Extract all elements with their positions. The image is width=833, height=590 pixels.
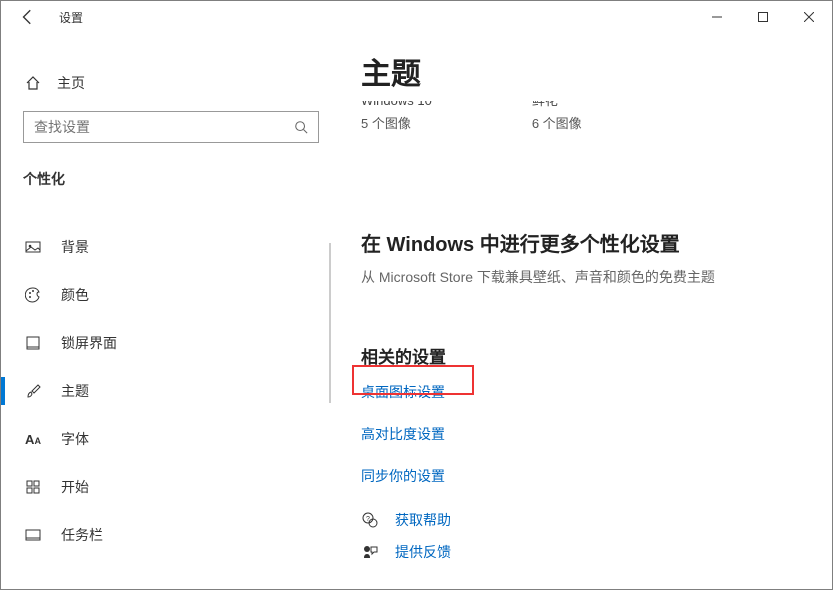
content-area: 主页 个性化 背景 颜色 锁屏界面 (1, 33, 832, 589)
sidebar-item-label: 背景 (61, 237, 89, 257)
theme-name: Windows 10 (361, 101, 432, 111)
sidebar-item-lockscreen[interactable]: 锁屏界面 (23, 319, 319, 367)
themes-row: Windows 10 5 个图像 鲜花 6 个图像 (361, 101, 802, 132)
link-sync-settings[interactable]: 同步你的设置 (361, 466, 802, 486)
taskbar-icon (23, 527, 43, 543)
theme-image-count: 6 个图像 (532, 113, 582, 132)
theme-name: 鲜花 (532, 101, 582, 111)
search-box[interactable] (23, 111, 319, 143)
sidebar-item-themes[interactable]: 主题 (23, 367, 319, 415)
sidebar-item-colors[interactable]: 颜色 (23, 271, 319, 319)
sidebar-item-label: 字体 (61, 429, 89, 449)
sidebar-item-fonts[interactable]: AA 字体 (23, 415, 319, 463)
theme-item-2[interactable]: 鲜花 6 个图像 (532, 101, 582, 132)
link-get-help[interactable]: 获取帮助 (395, 510, 451, 530)
sidebar-item-taskbar[interactable]: 任务栏 (23, 511, 319, 559)
start-icon (23, 479, 43, 495)
feedback-row: 提供反馈 (361, 542, 802, 562)
sidebar-item-background[interactable]: 背景 (23, 223, 319, 271)
back-button[interactable] (19, 8, 37, 26)
link-high-contrast[interactable]: 高对比度设置 (361, 424, 802, 444)
help-icon: ? (361, 512, 379, 528)
lockscreen-icon (23, 335, 43, 351)
svg-text:?: ? (366, 516, 370, 523)
maximize-button[interactable] (740, 1, 786, 33)
link-feedback[interactable]: 提供反馈 (395, 542, 451, 562)
settings-window: 设置 主页 个性化 背景 (0, 0, 833, 590)
link-desktop-icons[interactable]: 桌面图标设置 (361, 382, 802, 402)
sidebar-nav: 背景 颜色 锁屏界面 主题 AA 字体 (23, 223, 319, 559)
sidebar-item-label: 开始 (61, 477, 89, 497)
search-input[interactable] (34, 119, 294, 135)
theme-image-count: 5 个图像 (361, 113, 432, 132)
sidebar-item-label: 锁屏界面 (61, 333, 117, 353)
page-title: 主题 (361, 49, 802, 93)
theme-item-1[interactable]: Windows 10 5 个图像 (361, 101, 432, 132)
picture-icon (23, 239, 43, 255)
sidebar-home-label: 主页 (57, 73, 85, 93)
get-help-row: ? 获取帮助 (361, 510, 802, 530)
sidebar-home[interactable]: 主页 (23, 65, 319, 101)
brush-icon (23, 383, 43, 399)
main-panel: 主题 Windows 10 5 个图像 鲜花 6 个图像 在 Windows 中… (331, 33, 832, 589)
search-icon (294, 120, 308, 134)
palette-icon (23, 287, 43, 303)
sidebar-item-label: 颜色 (61, 285, 89, 305)
close-button[interactable] (786, 1, 832, 33)
sidebar-item-start[interactable]: 开始 (23, 463, 319, 511)
sidebar: 主页 个性化 背景 颜色 锁屏界面 (1, 33, 331, 589)
more-personalization-subtitle: 从 Microsoft Store 下载兼具壁纸、声音和颜色的免费主题 (361, 267, 802, 287)
more-personalization-title: 在 Windows 中进行更多个性化设置 (361, 228, 802, 257)
sidebar-item-label: 任务栏 (61, 525, 103, 545)
related-links: 桌面图标设置 高对比度设置 同步你的设置 (361, 382, 802, 486)
font-icon: AA (23, 432, 43, 447)
titlebar: 设置 (1, 1, 832, 33)
window-controls (694, 1, 832, 33)
home-icon (23, 75, 43, 91)
sidebar-item-label: 主题 (61, 381, 89, 401)
feedback-icon (361, 544, 379, 560)
sidebar-section-title: 个性化 (23, 169, 319, 189)
related-settings-title: 相关的设置 (361, 343, 802, 368)
minimize-button[interactable] (694, 1, 740, 33)
window-title: 设置 (59, 9, 83, 26)
